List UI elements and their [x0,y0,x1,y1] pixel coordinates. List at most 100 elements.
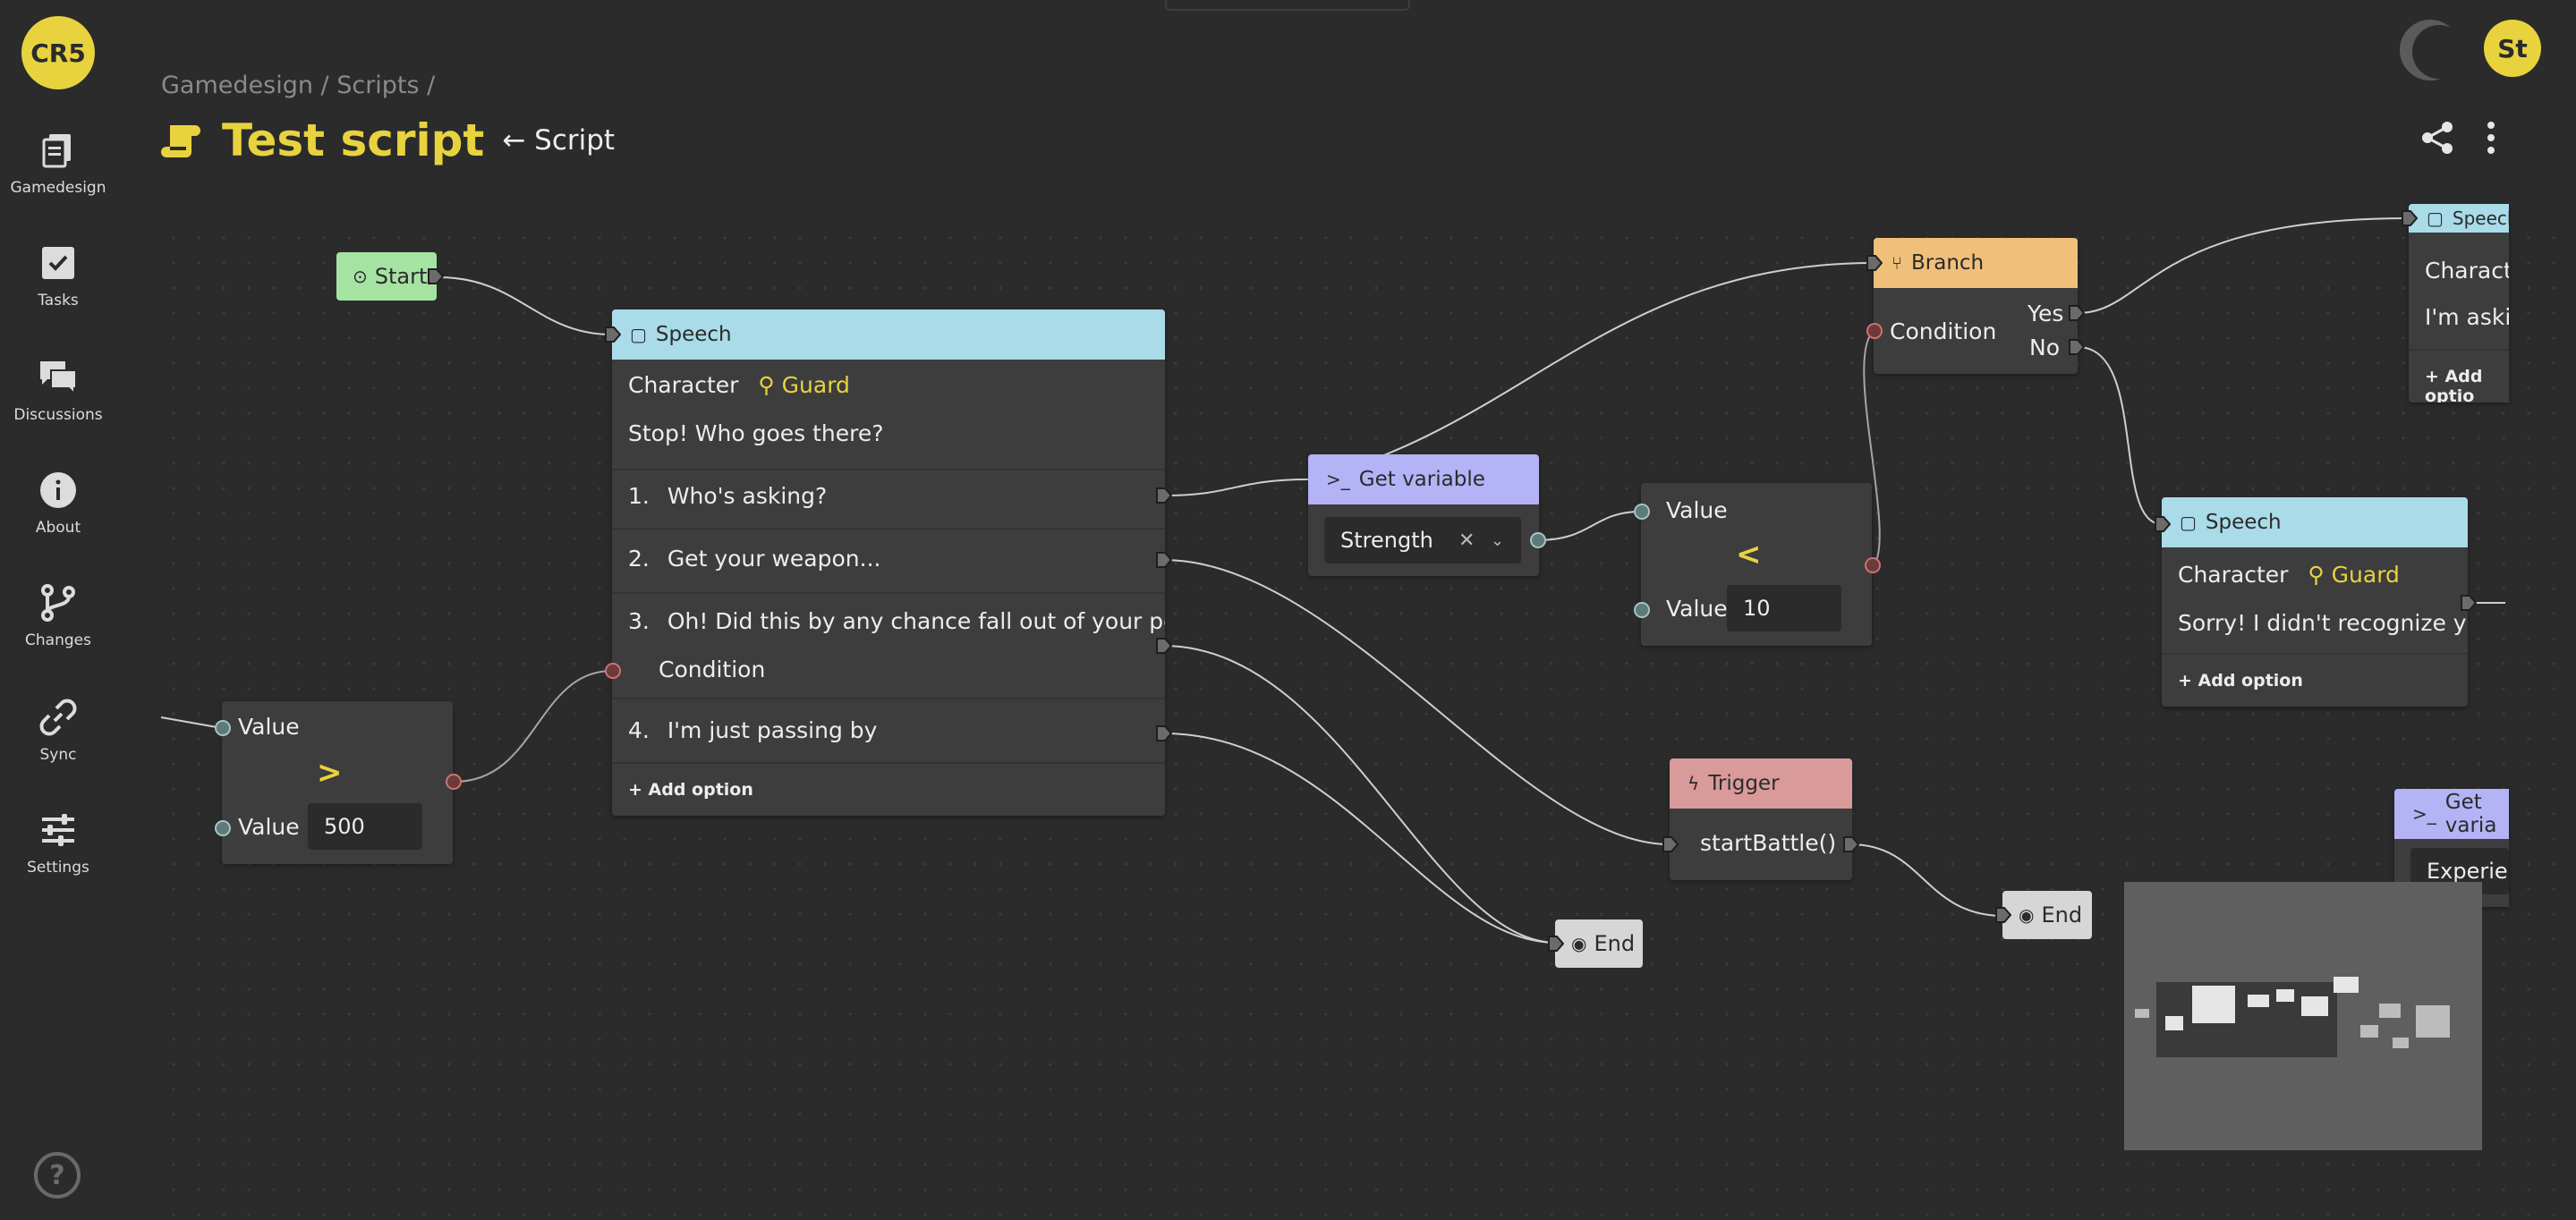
operator-greater[interactable]: > [317,755,343,791]
chevron-down-icon[interactable]: ⌄ [1491,531,1504,550]
add-option-button[interactable]: + Add option [628,780,753,800]
trigger-function[interactable]: startBattle() [1700,830,1836,856]
sidebar-item-gamedesign[interactable]: Gamedesign [0,131,116,197]
share-icon[interactable] [2419,120,2455,156]
option-4-output-port[interactable] [1156,725,1172,741]
value-input[interactable]: 500 [308,803,422,850]
copy-pages-icon [42,134,71,168]
value-1-input-port[interactable] [215,720,231,736]
fork-icon: ⑂ [1892,252,1902,274]
character-row[interactable]: Character ⚲ Guard [2178,562,2400,588]
branch-no-port[interactable] [2069,339,2085,355]
sidebar-item-about[interactable]: About [0,470,116,537]
value-1-input-port[interactable] [1634,504,1650,520]
end-input-port[interactable] [1548,936,1564,952]
sidebar-item-sync[interactable]: Sync [0,698,116,764]
end-node-2[interactable]: ◉ End [2002,891,2092,939]
more-vertical-icon[interactable] [2480,120,2502,156]
operator-less[interactable]: < [1736,537,1762,572]
link-icon [39,699,77,736]
sidebar-item-settings[interactable]: Settings [0,810,116,877]
trigger-input-port[interactable] [1662,836,1679,852]
character-name[interactable]: ⚲ Guard [2308,562,2400,588]
breadcrumb[interactable]: Gamedesign / Scripts / [161,72,435,99]
trigger-output-port[interactable] [1843,836,1859,852]
checkbox-icon [42,247,74,279]
option-row-3[interactable]: 3. Oh! Did this by any chance fall out o… [628,608,1165,634]
trigger-node[interactable]: ϟ Trigger startBattle() [1670,758,1852,880]
back-to-script-link[interactable]: ← Script [502,124,615,157]
speech-node-header[interactable]: ▢ Speech [612,309,1165,360]
option-row-2[interactable]: 2. Get your weapon... [628,546,880,572]
end-node[interactable]: ◉ End [1555,919,1643,968]
value-2-input-port[interactable] [1634,602,1650,618]
option-3-output-port[interactable] [1156,638,1172,654]
get-variable-header[interactable]: >_ Get variable [1308,454,1539,504]
option-condition-label[interactable]: Condition [659,657,765,682]
value-input[interactable]: 10 [1727,585,1841,631]
sidebar-item-label: Tasks [38,292,79,309]
branch-yes-port[interactable] [2069,305,2085,321]
theme-toggle-moon-icon[interactable] [2400,20,2466,80]
option-1-output-port[interactable] [1156,487,1172,504]
start-node[interactable]: ⊙ Start [336,252,437,301]
speech-node-clipped[interactable]: ▢ Speech Characte I'm askin + Add optio [2409,204,2509,402]
speech-input-port[interactable] [2402,210,2418,226]
value-label: Value [1666,497,1728,523]
end-node-label: End [1594,931,1636,956]
branch-node[interactable]: ⑂ Branch Condition Yes No [1874,238,2078,374]
character-name-text: Guard [2331,562,2400,588]
value-2-input-port[interactable] [215,820,231,836]
speech-node[interactable]: ▢ Speech Character ⚲ Guard Stop! Who goe… [612,309,1165,816]
speech-node-title: Speech [2205,511,2282,534]
option-2-output-port[interactable] [1156,552,1172,568]
end-node-label: End [2041,902,2083,928]
character-row[interactable]: Character ⚲ Guard [628,372,850,398]
minimap[interactable] [2124,882,2482,1150]
git-branch-icon [41,584,75,622]
avatar[interactable]: St [2484,20,2541,77]
compare-greater-node[interactable]: Value > Value 500 [222,701,453,864]
compare-output-port[interactable] [1865,557,1881,573]
branch-condition-port[interactable] [1866,323,1883,339]
speech-node-header[interactable]: ▢ Speech [2409,204,2509,233]
minimap-viewport[interactable] [2156,982,2337,1057]
branch-input-port[interactable] [1866,255,1883,271]
get-variable-node[interactable]: >_ Get variable Strength ✕ ⌄ [1308,454,1539,576]
speech-input-port[interactable] [2155,516,2171,532]
compare-output-port[interactable] [446,774,462,790]
get-variable-header[interactable]: >_ Get varia [2394,789,2509,839]
clear-icon[interactable]: ✕ [1458,530,1475,552]
sidebar-item-changes[interactable]: Changes [0,583,116,649]
sidebar-item-label: Changes [25,631,91,649]
variable-output-port[interactable] [1530,532,1546,548]
variable-select[interactable]: Strength ✕ ⌄ [1324,517,1521,563]
speech-input-port[interactable] [605,326,621,343]
sidebar-item-tasks[interactable]: Tasks [0,243,116,309]
character-name[interactable]: ⚲ Guard [758,372,850,398]
speech-node-header[interactable]: ▢ Speech [2162,497,2468,547]
option-row-4[interactable]: 4. I'm just passing by [628,717,877,743]
sidebar-item-discussions[interactable]: Discussions [0,358,116,424]
start-node-label: Start [374,264,428,289]
speech-line[interactable]: Sorry! I didn't recognize you [2178,610,2468,636]
page-title: Test script [222,114,485,166]
top-tab-stub[interactable] [1165,0,1410,11]
app-logo[interactable]: CR5 [21,16,95,89]
compare-less-node[interactable]: Value < Value 10 [1641,483,1872,646]
speech-node-2[interactable]: ▢ Speech Character ⚲ Guard Sorry! I didn… [2162,497,2468,707]
option-row-1[interactable]: 1. Who's asking? [628,483,827,509]
condition-input-port[interactable] [605,663,621,679]
sliders-icon [42,814,74,846]
speech-output-port[interactable] [2461,595,2477,611]
play-circle-icon: ⊙ [353,266,368,287]
help-button[interactable]: ? [34,1152,81,1199]
branch-header[interactable]: ⑂ Branch [1874,238,2078,288]
add-option-button[interactable]: + Add optio [2425,367,2509,402]
start-output-port[interactable] [428,268,444,284]
end-input-port[interactable] [1995,907,2011,923]
speech-line[interactable]: Stop! Who goes there? [628,420,884,446]
speech-line[interactable]: I'm askin [2425,304,2509,330]
trigger-header[interactable]: ϟ Trigger [1670,758,1852,809]
add-option-button[interactable]: + Add option [2178,671,2303,690]
